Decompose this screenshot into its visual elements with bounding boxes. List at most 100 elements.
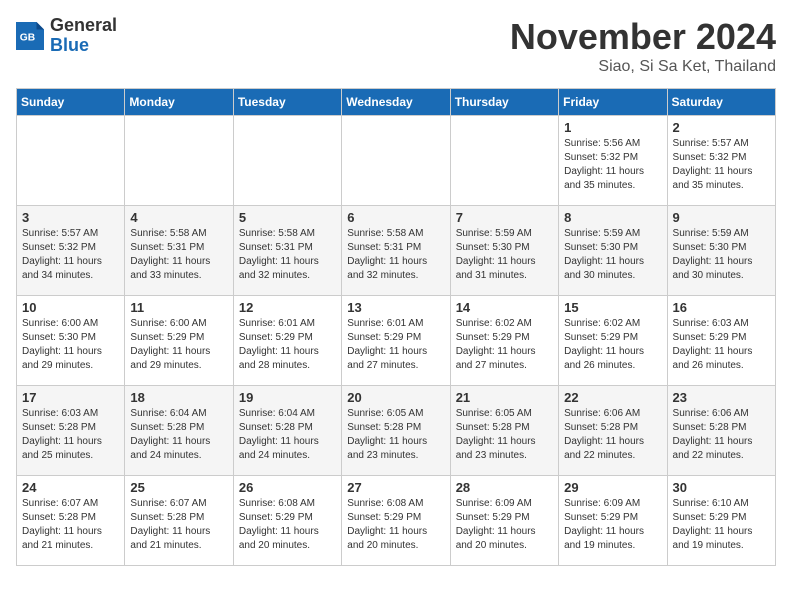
day-info: Sunrise: 6:01 AM Sunset: 5:29 PM Dayligh… xyxy=(239,317,336,373)
calendar-cell xyxy=(342,116,450,206)
day-info: Sunrise: 6:03 AM Sunset: 5:28 PM Dayligh… xyxy=(22,407,119,463)
logo-icon: GB xyxy=(16,22,44,50)
week-row-4: 17 Sunrise: 6:03 AM Sunset: 5:28 PM Dayli… xyxy=(17,386,776,476)
calendar-cell: 18 Sunrise: 6:04 AM Sunset: 5:28 PM Dayli… xyxy=(125,386,233,476)
logo-text: General Blue xyxy=(50,16,117,56)
day-info: Sunrise: 6:05 AM Sunset: 5:28 PM Dayligh… xyxy=(347,407,444,463)
day-number: 1 xyxy=(564,120,661,135)
calendar-cell: 12 Sunrise: 6:01 AM Sunset: 5:29 PM Dayli… xyxy=(233,296,341,386)
calendar-table: SundayMondayTuesdayWednesdayThursdayFrid… xyxy=(16,88,776,566)
day-number: 3 xyxy=(22,210,119,225)
calendar-cell xyxy=(450,116,558,206)
day-number: 4 xyxy=(130,210,227,225)
calendar-cell: 28Sunrise: 6:09 AM Sunset: 5:29 PM Dayli… xyxy=(450,476,558,566)
calendar-cell xyxy=(233,116,341,206)
calendar-cell: 7 Sunrise: 5:59 AM Sunset: 5:30 PM Daylig… xyxy=(450,206,558,296)
calendar-cell: 10 Sunrise: 6:00 AM Sunset: 5:30 PM Dayli… xyxy=(17,296,125,386)
header-day-friday: Friday xyxy=(559,89,667,116)
calendar-cell xyxy=(125,116,233,206)
calendar-cell: 24Sunrise: 6:07 AM Sunset: 5:28 PM Dayli… xyxy=(17,476,125,566)
day-number: 29 xyxy=(564,480,661,495)
day-number: 2 xyxy=(673,120,770,135)
day-number: 11 xyxy=(130,300,227,315)
day-number: 19 xyxy=(239,390,336,405)
header-day-thursday: Thursday xyxy=(450,89,558,116)
day-info: Sunrise: 5:57 AM Sunset: 5:32 PM Dayligh… xyxy=(22,227,119,283)
logo-general: General xyxy=(50,16,117,36)
location: Siao, Si Sa Ket, Thailand xyxy=(510,58,776,76)
day-number: 16 xyxy=(673,300,770,315)
day-info: Sunrise: 5:59 AM Sunset: 5:30 PM Dayligh… xyxy=(564,227,661,283)
calendar-body: 1Sunrise: 5:56 AM Sunset: 5:32 PM Daylig… xyxy=(17,116,776,566)
calendar-cell: 3 Sunrise: 5:57 AM Sunset: 5:32 PM Daylig… xyxy=(17,206,125,296)
day-number: 18 xyxy=(130,390,227,405)
day-number: 26 xyxy=(239,480,336,495)
day-number: 21 xyxy=(456,390,553,405)
day-number: 10 xyxy=(22,300,119,315)
header-row: SundayMondayTuesdayWednesdayThursdayFrid… xyxy=(17,89,776,116)
calendar-cell: 6 Sunrise: 5:58 AM Sunset: 5:31 PM Daylig… xyxy=(342,206,450,296)
day-number: 13 xyxy=(347,300,444,315)
day-info: Sunrise: 5:58 AM Sunset: 5:31 PM Dayligh… xyxy=(130,227,227,283)
logo: GB General Blue xyxy=(16,16,117,56)
calendar-cell: 8 Sunrise: 5:59 AM Sunset: 5:30 PM Daylig… xyxy=(559,206,667,296)
day-info: Sunrise: 6:09 AM Sunset: 5:29 PM Dayligh… xyxy=(456,497,553,553)
calendar-cell: 27Sunrise: 6:08 AM Sunset: 5:29 PM Dayli… xyxy=(342,476,450,566)
day-number: 17 xyxy=(22,390,119,405)
page-header: GB General Blue November 2024 Siao, Si S… xyxy=(16,16,776,76)
month-title: November 2024 xyxy=(510,16,776,58)
day-info: Sunrise: 6:06 AM Sunset: 5:28 PM Dayligh… xyxy=(673,407,770,463)
calendar-cell: 26 Sunrise: 6:08 AM Sunset: 5:29 PM Dayli… xyxy=(233,476,341,566)
day-number: 23 xyxy=(673,390,770,405)
calendar-cell: 25Sunrise: 6:07 AM Sunset: 5:28 PM Dayli… xyxy=(125,476,233,566)
calendar-cell xyxy=(17,116,125,206)
day-number: 8 xyxy=(564,210,661,225)
day-number: 30 xyxy=(673,480,770,495)
logo-blue: Blue xyxy=(50,36,117,56)
day-info: Sunrise: 5:59 AM Sunset: 5:30 PM Dayligh… xyxy=(456,227,553,283)
calendar-cell: 17 Sunrise: 6:03 AM Sunset: 5:28 PM Dayli… xyxy=(17,386,125,476)
day-number: 14 xyxy=(456,300,553,315)
header-day-saturday: Saturday xyxy=(667,89,775,116)
calendar-cell: 20Sunrise: 6:05 AM Sunset: 5:28 PM Dayli… xyxy=(342,386,450,476)
day-number: 15 xyxy=(564,300,661,315)
day-info: Sunrise: 6:07 AM Sunset: 5:28 PM Dayligh… xyxy=(130,497,227,553)
day-info: Sunrise: 6:05 AM Sunset: 5:28 PM Dayligh… xyxy=(456,407,553,463)
calendar-cell: 15Sunrise: 6:02 AM Sunset: 5:29 PM Dayli… xyxy=(559,296,667,386)
header-day-tuesday: Tuesday xyxy=(233,89,341,116)
day-info: Sunrise: 5:59 AM Sunset: 5:30 PM Dayligh… xyxy=(673,227,770,283)
day-info: Sunrise: 5:58 AM Sunset: 5:31 PM Dayligh… xyxy=(347,227,444,283)
calendar-cell: 16 Sunrise: 6:03 AM Sunset: 5:29 PM Dayli… xyxy=(667,296,775,386)
day-info: Sunrise: 6:00 AM Sunset: 5:30 PM Dayligh… xyxy=(22,317,119,373)
day-info: Sunrise: 5:57 AM Sunset: 5:32 PM Dayligh… xyxy=(673,137,770,193)
calendar-cell: 5Sunrise: 5:58 AM Sunset: 5:31 PM Daylig… xyxy=(233,206,341,296)
svg-text:GB: GB xyxy=(20,32,35,43)
day-number: 6 xyxy=(347,210,444,225)
calendar-cell: 13Sunrise: 6:01 AM Sunset: 5:29 PM Dayli… xyxy=(342,296,450,386)
calendar-cell: 2 Sunrise: 5:57 AM Sunset: 5:32 PM Daylig… xyxy=(667,116,775,206)
day-info: Sunrise: 6:02 AM Sunset: 5:29 PM Dayligh… xyxy=(456,317,553,373)
day-info: Sunrise: 5:58 AM Sunset: 5:31 PM Dayligh… xyxy=(239,227,336,283)
day-info: Sunrise: 6:10 AM Sunset: 5:29 PM Dayligh… xyxy=(673,497,770,553)
calendar-cell: 29 Sunrise: 6:09 AM Sunset: 5:29 PM Dayli… xyxy=(559,476,667,566)
header-day-monday: Monday xyxy=(125,89,233,116)
day-number: 27 xyxy=(347,480,444,495)
calendar-cell: 11Sunrise: 6:00 AM Sunset: 5:29 PM Dayli… xyxy=(125,296,233,386)
day-info: Sunrise: 6:04 AM Sunset: 5:28 PM Dayligh… xyxy=(239,407,336,463)
calendar-cell: 4 Sunrise: 5:58 AM Sunset: 5:31 PM Daylig… xyxy=(125,206,233,296)
day-number: 12 xyxy=(239,300,336,315)
day-info: Sunrise: 6:03 AM Sunset: 5:29 PM Dayligh… xyxy=(673,317,770,373)
title-block: November 2024 Siao, Si Sa Ket, Thailand xyxy=(510,16,776,76)
calendar-cell: 9Sunrise: 5:59 AM Sunset: 5:30 PM Daylig… xyxy=(667,206,775,296)
day-info: Sunrise: 6:08 AM Sunset: 5:29 PM Dayligh… xyxy=(239,497,336,553)
calendar-cell: 1Sunrise: 5:56 AM Sunset: 5:32 PM Daylig… xyxy=(559,116,667,206)
day-number: 7 xyxy=(456,210,553,225)
day-info: Sunrise: 6:06 AM Sunset: 5:28 PM Dayligh… xyxy=(564,407,661,463)
day-info: Sunrise: 6:09 AM Sunset: 5:29 PM Dayligh… xyxy=(564,497,661,553)
week-row-1: 1Sunrise: 5:56 AM Sunset: 5:32 PM Daylig… xyxy=(17,116,776,206)
calendar-cell: 30 Sunrise: 6:10 AM Sunset: 5:29 PM Dayli… xyxy=(667,476,775,566)
calendar-cell: 23 Sunrise: 6:06 AM Sunset: 5:28 PM Dayli… xyxy=(667,386,775,476)
day-number: 22 xyxy=(564,390,661,405)
day-info: Sunrise: 6:04 AM Sunset: 5:28 PM Dayligh… xyxy=(130,407,227,463)
day-info: Sunrise: 6:07 AM Sunset: 5:28 PM Dayligh… xyxy=(22,497,119,553)
